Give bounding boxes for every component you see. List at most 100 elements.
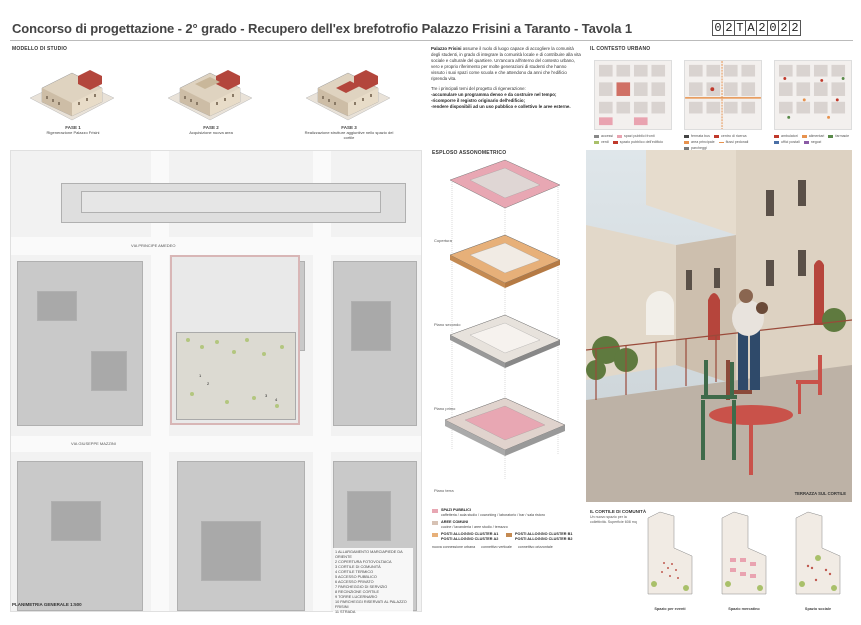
tree-icon	[232, 350, 236, 354]
themes-lead: Tre i principali temi del progetto di ri…	[431, 86, 526, 91]
building-block	[17, 261, 143, 426]
legend-item: alimentari	[801, 134, 824, 138]
project-description: Palazzo Frisini assume il ruolo di luogo…	[431, 46, 581, 114]
legend-title: POSTI ALLOGGIO CLUSTER B1	[515, 532, 573, 537]
context-section-label: IL CONTESTO URBANO	[590, 46, 651, 52]
phase-3-model	[305, 70, 391, 121]
street-label: VIA PRINCIPE AMEDEO	[131, 243, 176, 248]
public-swatch	[432, 509, 438, 513]
models-section-label: MODELLO DI STUDIO	[12, 46, 68, 52]
building-block	[201, 521, 261, 581]
legend-item: centro di ricerca	[713, 134, 747, 138]
street-label: VIA GIUSEPPE MAZZINI	[71, 441, 116, 446]
render-image	[586, 150, 852, 502]
intro-text: assume il ruolo di luogo capace di accog…	[431, 46, 581, 81]
phase-2-caption: FASE 2 Acquisizione nuova area	[166, 125, 256, 135]
board-title: Concorso di progettazione - 2° grado - R…	[12, 21, 633, 36]
building-block	[351, 301, 391, 351]
courtyard-plan-events	[647, 511, 693, 595]
legend-entry: 1 ALLARGAMENTO MARCIAPIEDE DA ORIENTE	[335, 550, 403, 559]
building-block	[347, 491, 391, 541]
context-map-1	[594, 60, 672, 130]
tree-icon	[262, 352, 266, 356]
render-caption: TERRAZZA SUL CORTILE	[794, 491, 846, 496]
context-map-3	[774, 60, 852, 130]
building-block	[51, 501, 101, 541]
legend-title: POSTI ALLOGGIO CLUSTER B2	[515, 536, 573, 541]
legend-item: ambulatori	[774, 134, 798, 138]
tree-icon	[245, 338, 249, 342]
legend-row: POSTI ALLOGGIO CLUSTER A1 POSTI ALLOGGIO …	[432, 532, 582, 541]
context-legend-3: ambulatori alimentari farmacie uffici po…	[774, 134, 854, 144]
project-code: 0 2 T A 2 0 2 2	[712, 20, 801, 36]
legend-item: area principale	[684, 140, 715, 144]
phase-1-text: Rigenerazione Palazzo Frisini	[46, 130, 100, 135]
phase-3-caption: FASE 3 Realizzazione strutture aggiuntiv…	[304, 125, 394, 140]
legend-item: accessi	[594, 134, 613, 138]
terrace-render: TERRAZZA SUL CORTILE	[586, 150, 852, 502]
code-char: 2	[789, 20, 801, 36]
tree-icon	[215, 340, 219, 344]
phase-2-model	[167, 70, 253, 121]
legend-item: fermata bus	[684, 134, 710, 138]
theme-item: -ricomporre il registro originario dell'…	[431, 98, 525, 103]
courtyard-description: Un nuovo spazio per la collettività. Sup…	[590, 515, 637, 524]
intro-paragraph-1: Palazzo Frisini assume il ruolo di luogo…	[431, 46, 581, 82]
building-block	[37, 291, 77, 321]
building-block	[91, 351, 127, 391]
plan-marker: 4	[275, 397, 278, 402]
intro-lead: Palazzo Frisini	[431, 46, 462, 51]
phase-1-model	[29, 70, 115, 121]
site-plan-title: PLANIMETRIA GENERALE 1:500	[12, 602, 82, 607]
axo-legend: SPAZI PUBBLICI caffetteria / aula studio …	[432, 508, 582, 552]
level-label: Piano terra	[434, 488, 454, 493]
courtyard-caption: Spazio sociale	[804, 607, 832, 611]
tree-icon	[252, 396, 256, 400]
level-label: Piano primo	[434, 406, 456, 411]
tree-icon	[190, 392, 194, 396]
tree-icon	[186, 338, 190, 342]
legend-item: spazio pubblico dell'edificio	[612, 140, 663, 144]
legend-line: nuova connessione urbana	[432, 544, 476, 549]
plan-marker: 3	[265, 393, 268, 398]
courtyard-caption: Spazio per eventi	[654, 607, 686, 611]
legend-entry: 10 PARCHEGGI RISERVATI AL PALAZZO FRISIN…	[335, 600, 407, 609]
legend-title: SPAZI PUBBLICI	[441, 508, 471, 512]
theme-item: -rendere disponibili ad un uso pubblico …	[431, 104, 571, 109]
plan-marker: 1	[199, 373, 202, 378]
tree-icon	[225, 400, 229, 404]
axo-drawing	[444, 159, 566, 480]
legend-row: AREE COMUNI cucine / lavanderia / aree st…	[432, 520, 582, 529]
title-divider	[10, 40, 853, 41]
cluster-b-swatch	[506, 533, 512, 538]
courtyard-plan-market	[721, 511, 767, 595]
legend-item: spazi pubblici fronti	[616, 134, 655, 138]
legend-title: POSTI ALLOGGIO CLUSTER A2	[441, 536, 499, 541]
cluster-a-swatch	[432, 533, 438, 538]
courtyard-caption: Spazio mercatino	[728, 607, 760, 611]
tree-icon	[200, 345, 204, 349]
legend-items: cucine / lavanderia / aree studio / terr…	[441, 524, 508, 529]
exploded-axonometric: Copertura Piano secondo Piano primo Pian…	[430, 150, 580, 510]
intro-paragraph-2: Tre i principali temi del progetto di ri…	[431, 86, 581, 110]
phase-1-caption: FASE 1 Rigenerazione Palazzo Frisini	[28, 125, 118, 135]
level-label: Copertura	[434, 238, 452, 243]
legend-items: caffetteria / aula studio / coworking / …	[441, 512, 546, 517]
tree-icon	[280, 345, 284, 349]
legend-title: AREE COMUNI	[441, 520, 469, 525]
legend-item: negozi	[803, 140, 821, 144]
legend-row: SPAZI PUBBLICI caffetteria / aula studio …	[432, 508, 582, 517]
legend-item: flussi pedonali	[718, 140, 748, 144]
context-map-2	[684, 60, 762, 130]
plan-marker: 2	[207, 381, 210, 386]
legend-row: nuova connessione urbana connettivo vert…	[432, 545, 582, 550]
legend-line: connettivo verticale	[481, 544, 512, 549]
competition-board: Concorso di progettazione - 2° grado - R…	[0, 0, 861, 625]
theme-item: -accumulare un programma denso e da cost…	[431, 92, 557, 97]
context-legend-2: fermata bus centro di ricerca area princ…	[684, 134, 770, 150]
site-plan-legend: 1 ALLARGAMENTO MARCIAPIEDE DA ORIENTE 2 …	[333, 548, 413, 617]
road	[11, 237, 421, 255]
phase-2-text: Acquisizione nuova area	[189, 130, 233, 135]
legend-item: farmacie	[828, 134, 849, 138]
courtyard-plan-social	[795, 511, 841, 595]
